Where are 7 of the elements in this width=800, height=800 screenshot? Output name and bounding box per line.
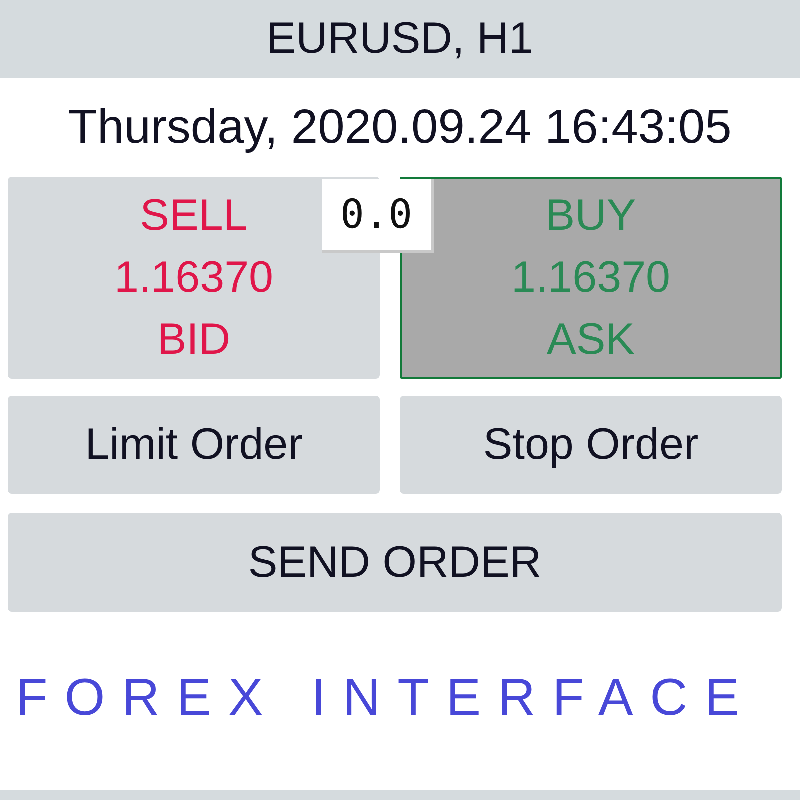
- brand-title: FOREX INTERFACE: [16, 669, 756, 727]
- order-type-button[interactable]: Stop Order: [400, 396, 782, 494]
- order-type-button[interactable]: Limit Order: [8, 396, 380, 494]
- datetime-text: Thursday, 2020.09.24 16:43:05: [68, 100, 732, 156]
- window-title: EURUSD, H1: [266, 13, 534, 65]
- spread-value: 0.0: [322, 179, 434, 253]
- send-order-button[interactable]: SEND ORDER: [8, 513, 782, 612]
